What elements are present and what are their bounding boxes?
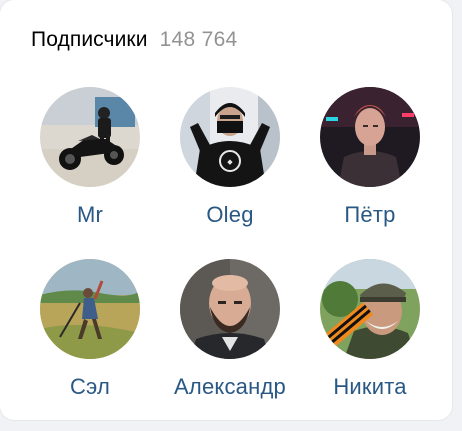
follower-avatar[interactable] <box>40 259 140 359</box>
follower-name[interactable]: Сэл <box>70 374 110 400</box>
follower-avatar[interactable] <box>180 259 280 359</box>
avatar-photo-motorcycle <box>40 87 140 187</box>
follower-item[interactable]: Никита <box>300 259 440 431</box>
follower-name[interactable]: Никита <box>333 374 406 400</box>
follower-name[interactable]: Oleg <box>206 202 253 228</box>
follower-avatar[interactable] <box>320 87 420 187</box>
follower-avatar[interactable]: ◆ <box>180 87 280 187</box>
follower-name[interactable]: Александр <box>174 374 286 400</box>
follower-name[interactable]: Mr <box>77 202 103 228</box>
avatar-photo-veteran <box>320 259 420 359</box>
avatar-photo-bearded-man <box>180 259 280 359</box>
follower-item[interactable]: ◆ Oleg <box>160 87 300 259</box>
svg-text:◆: ◆ <box>227 159 233 166</box>
followers-title[interactable]: Подписчики <box>31 28 148 52</box>
follower-avatar[interactable] <box>40 87 140 187</box>
followers-grid: Mr ◆ Oleg Пётр Сэл Александр Никита <box>20 87 440 431</box>
follower-name[interactable]: Пётр <box>344 202 395 228</box>
followers-card: Подписчики 148 764 Mr ◆ Oleg Пётр Сэл Ал… <box>0 0 452 420</box>
followers-count: 148 764 <box>159 28 238 51</box>
follower-item[interactable]: Mr <box>20 87 160 259</box>
follower-avatar[interactable] <box>320 259 420 359</box>
avatar-photo-painted-field <box>40 259 140 359</box>
avatar-photo-masked-man: ◆ <box>180 87 280 187</box>
follower-item[interactable]: Александр <box>160 259 300 431</box>
avatar-photo-neon-portrait <box>320 87 420 187</box>
follower-item[interactable]: Сэл <box>20 259 160 431</box>
followers-header[interactable]: Подписчики 148 764 <box>31 28 238 52</box>
follower-item[interactable]: Пётр <box>300 87 440 259</box>
